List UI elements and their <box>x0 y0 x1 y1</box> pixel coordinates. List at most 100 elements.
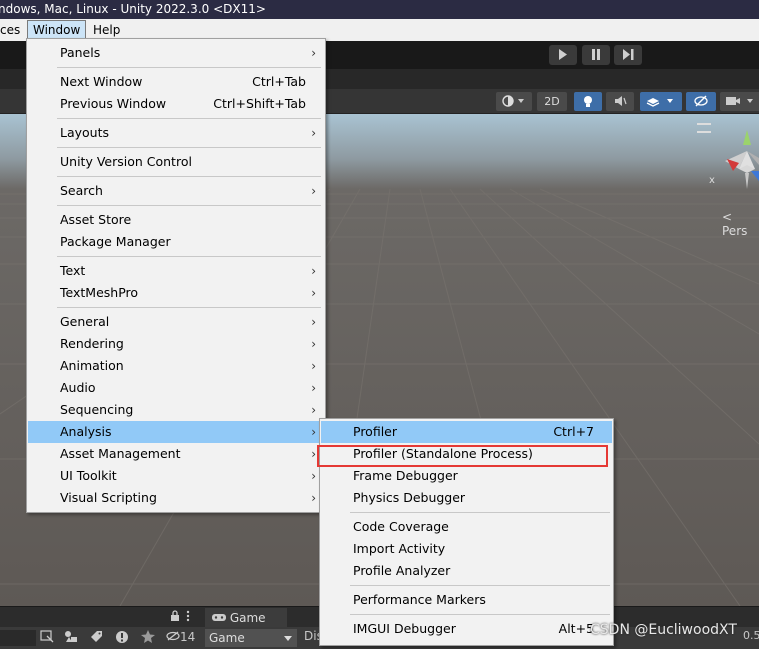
tab-game-label: Game <box>229 611 266 625</box>
game-display-label: Game <box>209 631 245 645</box>
chevron-right-icon: › <box>311 491 316 505</box>
shading-icon <box>502 95 524 107</box>
chevron-right-icon: › <box>311 447 316 461</box>
camera-icon <box>726 97 753 105</box>
warning-filter-icon[interactable] <box>115 630 129 647</box>
menu-item-ui-toolkit[interactable]: UI Toolkit › <box>28 465 324 487</box>
tab-game[interactable]: Game <box>205 608 287 628</box>
gamepad-icon <box>212 614 226 621</box>
menu-item-package-manager[interactable]: Package Manager <box>28 231 324 253</box>
hidden-count-label: 14 <box>180 630 196 644</box>
shortcut-label: Ctrl+7 <box>553 424 594 439</box>
chevron-right-icon: › <box>311 381 316 395</box>
effects-dropdown[interactable] <box>640 92 682 111</box>
menu-item-frame-debugger[interactable]: Frame Debugger <box>321 465 612 487</box>
chevron-right-icon: › <box>311 46 316 60</box>
draw-mode-dropdown[interactable] <box>496 92 532 111</box>
chevron-right-icon: › <box>311 286 316 300</box>
chevron-right-icon: › <box>311 264 316 278</box>
audio-toggle[interactable] <box>606 92 634 111</box>
menu-item-analysis[interactable]: Analysis › <box>28 421 324 443</box>
menu-item-asset-management[interactable]: Asset Management › <box>28 443 324 465</box>
step-icon <box>622 49 633 60</box>
shortcut-label: Ctrl+Shift+Tab <box>213 96 306 111</box>
menu-services[interactable]: ces <box>0 21 25 39</box>
menu-item-unity-version-control[interactable]: Unity Version Control <box>28 151 324 173</box>
chevron-right-icon: › <box>311 337 316 351</box>
chevron-down-icon <box>284 636 292 641</box>
pause-button[interactable] <box>582 45 610 65</box>
favorite-star-icon[interactable] <box>141 630 155 646</box>
scale-value[interactable]: 0.5 <box>743 629 759 642</box>
panel-menu-icon[interactable] <box>186 610 190 625</box>
menu-separator <box>350 512 610 513</box>
hidden-count[interactable]: 14 <box>166 630 195 644</box>
search-field[interactable] <box>0 630 36 646</box>
audio-mute-icon <box>614 96 627 106</box>
menu-item-general[interactable]: General › <box>28 311 324 333</box>
window-menu: Panels › Next Window Ctrl+Tab Previous Win… <box>26 38 326 513</box>
menu-separator <box>57 176 321 177</box>
menu-item-asset-store[interactable]: Asset Store <box>28 209 324 231</box>
shortcut-label: Alt+5 <box>558 621 594 636</box>
menu-item-profiler[interactable]: Profiler Ctrl+7 <box>321 421 612 443</box>
toggle-2d-button[interactable]: 2D <box>537 92 567 111</box>
play-button[interactable] <box>549 45 577 65</box>
menu-separator <box>57 307 321 308</box>
menu-item-textmeshpro[interactable]: TextMeshPro › <box>28 282 324 304</box>
menu-item-sequencing[interactable]: Sequencing › <box>28 399 324 421</box>
orientation-gizmo[interactable]: x <box>705 125 759 195</box>
menu-window[interactable]: Window <box>27 20 87 40</box>
scene-icon[interactable] <box>40 630 54 646</box>
chevron-right-icon: › <box>311 184 316 198</box>
game-display-dropdown[interactable]: Game <box>205 629 297 647</box>
menu-item-rendering[interactable]: Rendering › <box>28 333 324 355</box>
menu-item-performance-markers[interactable]: Performance Markers <box>321 589 612 611</box>
menu-item-layouts[interactable]: Layouts › <box>28 122 324 144</box>
menu-item-imgui-debugger[interactable]: IMGUI Debugger Alt+5 <box>321 618 612 640</box>
play-icon <box>559 49 567 60</box>
lighting-toggle[interactable] <box>574 92 602 111</box>
menu-separator <box>57 205 321 206</box>
menu-item-import-activity[interactable]: Import Activity <box>321 538 612 560</box>
menu-separator <box>57 67 321 68</box>
chevron-right-icon: › <box>311 425 316 439</box>
effects-icon <box>646 98 673 107</box>
menu-separator <box>350 614 610 615</box>
menu-separator <box>350 585 610 586</box>
menu-separator <box>57 118 321 119</box>
menu-item-visual-scripting[interactable]: Visual Scripting › <box>28 487 324 509</box>
menu-item-physics-debugger[interactable]: Physics Debugger <box>321 487 612 509</box>
lightbulb-icon <box>584 96 592 107</box>
chevron-right-icon: › <box>311 315 316 329</box>
scene-visibility-toggle[interactable] <box>686 92 716 111</box>
chevron-right-icon: › <box>311 403 316 417</box>
highlight-outline <box>317 445 608 467</box>
gizmo-x-label: x <box>709 175 715 186</box>
menu-item-profile-analyzer[interactable]: Profile Analyzer <box>321 560 612 582</box>
filter-shapes-icon[interactable] <box>64 630 78 646</box>
tag-icon[interactable] <box>90 630 103 646</box>
pause-icon <box>592 49 600 60</box>
menu-item-code-coverage[interactable]: Code Coverage <box>321 516 612 538</box>
lock-icon[interactable] <box>170 610 180 625</box>
menu-help[interactable]: Help <box>88 21 125 39</box>
menu-item-previous-window[interactable]: Previous Window Ctrl+Shift+Tab <box>28 93 324 115</box>
menu-item-panels[interactable]: Panels › <box>28 42 324 64</box>
window-title-bar: ndows, Mac, Linux - Unity 2022.3.0 <DX11… <box>0 0 759 19</box>
hidden-objects-icon <box>166 631 180 641</box>
menu-item-text[interactable]: Text › <box>28 260 324 282</box>
menu-item-animation[interactable]: Animation › <box>28 355 324 377</box>
menu-item-audio[interactable]: Audio › <box>28 377 324 399</box>
hidden-eye-icon <box>694 95 708 107</box>
watermark: CSDN @EucliwoodXT <box>590 622 737 638</box>
perspective-label[interactable]: < Pers <box>722 210 759 238</box>
menu-separator <box>57 147 321 148</box>
window-title: ndows, Mac, Linux - Unity 2022.3.0 <DX11… <box>0 2 266 16</box>
chevron-right-icon: › <box>311 359 316 373</box>
camera-dropdown[interactable] <box>720 92 759 111</box>
menu-item-search[interactable]: Search › <box>28 180 324 202</box>
step-button[interactable] <box>614 45 642 65</box>
menu-item-next-window[interactable]: Next Window Ctrl+Tab <box>28 71 324 93</box>
menu-separator <box>57 256 321 257</box>
